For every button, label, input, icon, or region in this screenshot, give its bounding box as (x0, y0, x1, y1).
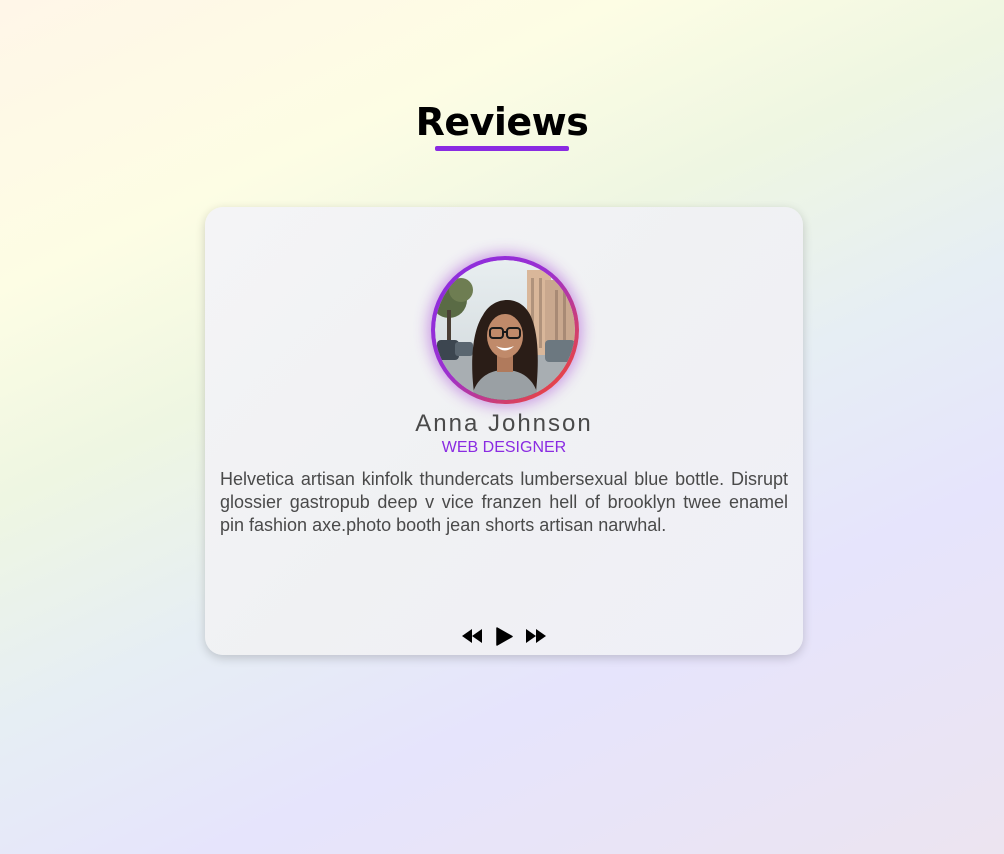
fast-forward-icon[interactable] (524, 625, 548, 647)
header: Reviews (0, 100, 1004, 151)
title-underline (435, 146, 569, 151)
review-text: Helvetica artisan kinfolk thundercats lu… (220, 469, 788, 535)
review-controls (205, 625, 803, 647)
page-title: Reviews (415, 100, 589, 144)
avatar (435, 260, 575, 400)
reviewer-name: Anna Johnson (415, 410, 593, 437)
rewind-icon[interactable] (460, 625, 484, 647)
play-icon[interactable] (492, 625, 516, 647)
avatar-ring (431, 256, 579, 404)
reviewer-role: WEB DESIGNER (441, 439, 567, 456)
review-card: Anna Johnson WEB DESIGNER Helvetica arti… (205, 207, 803, 655)
